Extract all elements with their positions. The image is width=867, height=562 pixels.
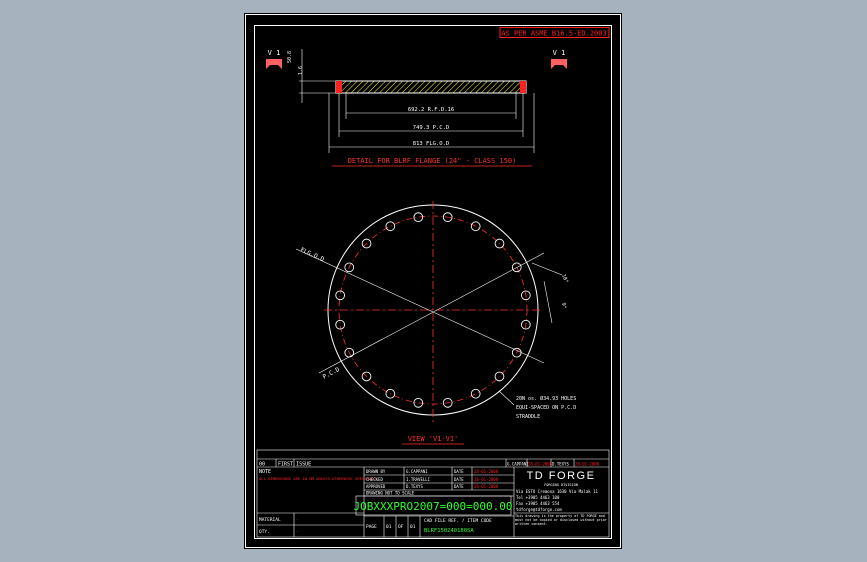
bolt-hole	[413, 212, 424, 223]
company-name: TD FORGE	[527, 470, 596, 482]
bolt-hole	[335, 290, 346, 301]
material-value: -	[296, 518, 299, 523]
address-line-1: Via ESTO Cremona 1630 Via Malak 11	[516, 489, 598, 494]
view-arrow-left-icon	[266, 59, 282, 69]
holes-note-1: 20N os. Ø34.93 HOLES	[516, 395, 576, 402]
bolt-hole	[494, 238, 505, 249]
svg-text:1.6: 1.6	[298, 66, 304, 75]
signoff-role-2: CHECKED	[366, 477, 383, 482]
signoff-role-3: APPROVED	[366, 484, 386, 489]
qty-value: -	[296, 530, 299, 535]
cad-drawing: AS PER ASME B16.5-ED.2003 V 1 V 1 50.8 1…	[245, 14, 621, 548]
detail-title: DETAIL FOR BLRF FLANGE (24" - CLASS 150)	[348, 157, 517, 165]
dim-flange-od: 813 FLG.O.D	[413, 141, 449, 147]
bolt-hole-section-right	[520, 81, 526, 93]
flange-section-view: 50.8 1.6	[287, 49, 535, 153]
holes-note-2: EQUI-SPACED ON P.C.D	[516, 405, 576, 411]
page-total: 01	[410, 524, 416, 530]
page-of: OF	[398, 524, 404, 530]
bolt-hole-section-left	[336, 81, 342, 93]
signoff-date-label-3: DATE	[454, 484, 464, 489]
address-line-4: tdforge@tdforge.com	[516, 507, 562, 512]
signoff-name-1: G.CAPPANI	[406, 469, 428, 474]
material-label: MATERIAL	[259, 517, 281, 523]
cad-ref-label: CAD FILE REF. / ITEM CODE	[424, 518, 492, 524]
cad-ref-value: BLRF150240180SA	[424, 528, 474, 534]
legal-notice: This drawing is the property of TD FORGE…	[515, 514, 607, 526]
holes-note-3: STRADDLE	[516, 414, 540, 420]
company-subtitle: FORGING DIVISION	[544, 483, 578, 487]
flange-section-body	[335, 80, 527, 94]
label-flg-od: FLG.O.D	[299, 246, 325, 263]
rev-ecn: FIRST ISSUE	[278, 462, 311, 468]
view-title: VIEW 'V1-V1'	[408, 435, 459, 443]
view-arrow-right-icon	[551, 59, 567, 69]
signoff-date-label-2: DATE	[454, 477, 464, 482]
bolt-hole	[494, 371, 505, 382]
rev-by: G.CAPPANI	[507, 462, 529, 467]
flange-plan-view: 18° 9°	[295, 201, 569, 423]
signoff-name-2: I.TRAVELLI	[406, 477, 431, 482]
bolt-hole	[413, 397, 424, 408]
signoff-date-label-1: DATE	[454, 469, 464, 474]
page-current: 01	[386, 524, 392, 530]
rev-appd: D.TEXYS	[552, 462, 569, 467]
rev-date: 28-01-2008	[528, 462, 553, 467]
view-marker-left-label: V 1	[268, 49, 281, 57]
leader-holes	[498, 390, 515, 406]
signoff-date-3: 28-01-2008	[474, 484, 499, 489]
address-line-3: Fax +3905 4463 554	[516, 501, 560, 506]
dim-pcd: 749.3 P.C.D	[413, 125, 449, 131]
drawing-sheet: AS PER ASME B16.5-ED.2003 V 1 V 1 50.8 1…	[244, 13, 622, 549]
rev-appd-date: 28-01-2008	[575, 462, 600, 467]
qty-label: QTY.	[259, 529, 270, 535]
view-marker-left: V 1	[266, 49, 282, 69]
rev-number: 00	[259, 462, 265, 468]
dim-raised-face: 692.2 R.F.D.16	[408, 107, 454, 113]
signoff-date-2: 28-01-2008	[474, 477, 499, 482]
svg-text:18°: 18°	[560, 274, 569, 285]
signoff-name-3: D.TEXYS	[406, 484, 423, 489]
label-pcd: P.C.D	[322, 366, 342, 381]
bolt-hole	[470, 388, 481, 399]
signoff-date-1: 28-01-2008	[474, 469, 499, 474]
address-line-2: Tel +3905 4463 100	[516, 495, 560, 500]
svg-text:9°: 9°	[560, 302, 567, 309]
note-text: ALL DIMENSIONS ARE IN MM UNLESS OTHERWIS…	[259, 476, 376, 481]
view-marker-right: V 1	[551, 49, 567, 69]
job-number: JOBXXXPRO2007=000=000.00	[354, 500, 513, 513]
svg-text:50.8: 50.8	[287, 51, 293, 63]
scale-note: DRAWING NOT TO SCALE	[366, 491, 415, 496]
page-label: PAGE	[366, 524, 377, 530]
leader-flg-od	[295, 248, 545, 364]
view-marker-right-label: V 1	[553, 49, 566, 57]
header-note: AS PER ASME B16.5-ED.2003	[501, 30, 606, 38]
bolt-hole	[385, 221, 396, 232]
note-label: NOTE	[259, 469, 271, 475]
signoff-role-1: DRAWN BY	[366, 469, 386, 474]
bolt-hole	[335, 319, 346, 330]
